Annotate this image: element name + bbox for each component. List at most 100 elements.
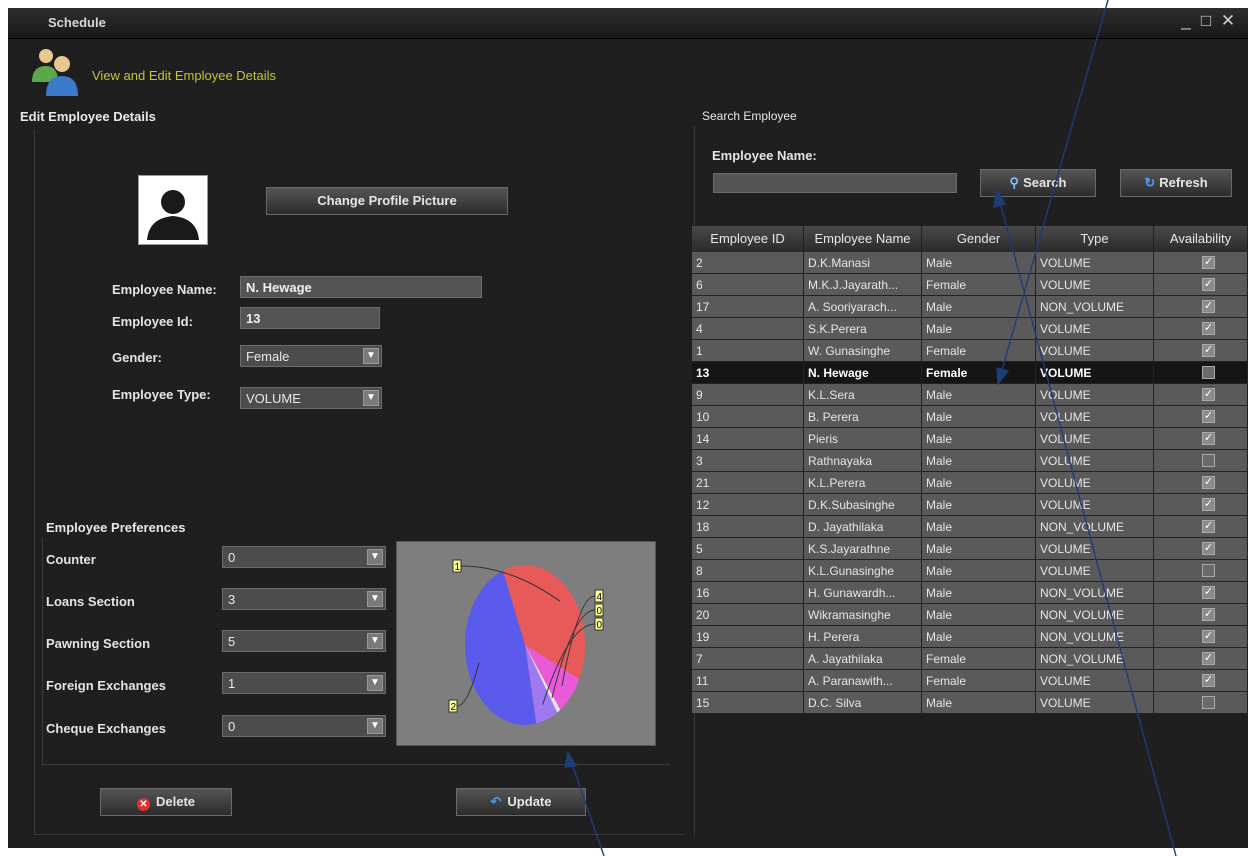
cell-type[interactable]: VOLUME bbox=[1036, 450, 1154, 472]
cell-employee-name[interactable]: D. Jayathilaka bbox=[804, 516, 922, 538]
cell-availability[interactable]: ✓ bbox=[1154, 692, 1248, 714]
chevron-down-icon[interactable]: ▼ bbox=[363, 348, 379, 364]
cell-availability[interactable]: ✓ bbox=[1154, 428, 1248, 450]
table-row[interactable]: 19 H. Perera Male NON_VOLUME ✓ bbox=[692, 626, 1248, 648]
cell-employee-name[interactable]: Pieris bbox=[804, 428, 922, 450]
availability-checkbox[interactable]: ✓ bbox=[1202, 608, 1215, 621]
pref-select-loans[interactable]: 3 ▼ bbox=[222, 588, 386, 610]
cell-type[interactable]: VOLUME bbox=[1036, 340, 1154, 362]
pref-select-foreign[interactable]: 1 ▼ bbox=[222, 672, 386, 694]
table-row[interactable]: 8K.L.GunasingheMaleVOLUME ✓ bbox=[692, 560, 1248, 582]
cell-type[interactable]: VOLUME bbox=[1036, 692, 1154, 714]
table-row[interactable]: 13N. HewageFemaleVOLUME ✓ bbox=[692, 362, 1248, 384]
cell-availability[interactable]: ✓ bbox=[1154, 472, 1248, 494]
availability-checkbox[interactable]: ✓ bbox=[1202, 454, 1215, 467]
column-header-employee-name[interactable]: Employee Name bbox=[804, 226, 922, 252]
cell-type[interactable]: NON_VOLUME bbox=[1036, 296, 1154, 318]
cell-employee-name[interactable]: A. Sooriyarach... bbox=[804, 296, 922, 318]
employee-type-select[interactable]: VOLUME ▼ bbox=[240, 387, 382, 409]
column-header-employee-id[interactable]: Employee ID bbox=[692, 226, 804, 252]
cell-type[interactable]: VOLUME bbox=[1036, 362, 1154, 384]
cell-availability[interactable]: ✓ bbox=[1154, 516, 1248, 538]
cell-employee-name[interactable]: D.K.Subasinghe bbox=[804, 494, 922, 516]
availability-checkbox[interactable]: ✓ bbox=[1202, 366, 1215, 379]
cell-type[interactable]: VOLUME bbox=[1036, 472, 1154, 494]
cell-availability[interactable]: ✓ bbox=[1154, 648, 1248, 670]
cell-availability[interactable]: ✓ bbox=[1154, 274, 1248, 296]
cell-employee-id[interactable]: 6 bbox=[692, 274, 804, 296]
cell-type[interactable]: NON_VOLUME bbox=[1036, 648, 1154, 670]
cell-gender[interactable]: Male bbox=[922, 582, 1036, 604]
cell-employee-id[interactable]: 14 bbox=[692, 428, 804, 450]
availability-checkbox[interactable]: ✓ bbox=[1202, 520, 1215, 533]
cell-employee-name[interactable]: Wikramasinghe bbox=[804, 604, 922, 626]
cell-employee-id[interactable]: 20 bbox=[692, 604, 804, 626]
employee-id-field[interactable]: 13 bbox=[240, 307, 380, 329]
cell-gender[interactable]: Female bbox=[922, 362, 1036, 384]
cell-employee-name[interactable]: B. Perera bbox=[804, 406, 922, 428]
cell-type[interactable]: VOLUME bbox=[1036, 318, 1154, 340]
cell-employee-name[interactable]: H. Gunawardh... bbox=[804, 582, 922, 604]
table-row[interactable]: 18 D. Jayathilaka Male NON_VOLUME ✓ bbox=[692, 516, 1248, 538]
chevron-down-icon[interactable]: ▼ bbox=[367, 549, 383, 565]
cell-gender[interactable]: Male bbox=[922, 604, 1036, 626]
cell-gender[interactable]: Male bbox=[922, 560, 1036, 582]
cell-availability[interactable]: ✓ bbox=[1154, 296, 1248, 318]
pref-select-pawning[interactable]: 5 ▼ bbox=[222, 630, 386, 652]
availability-checkbox[interactable]: ✓ bbox=[1202, 432, 1215, 445]
availability-checkbox[interactable]: ✓ bbox=[1202, 674, 1215, 687]
availability-checkbox[interactable]: ✓ bbox=[1202, 388, 1215, 401]
cell-availability[interactable]: ✓ bbox=[1154, 252, 1248, 274]
cell-availability[interactable]: ✓ bbox=[1154, 318, 1248, 340]
availability-checkbox[interactable]: ✓ bbox=[1202, 476, 1215, 489]
table-row[interactable]: 12 D.K.Subasinghe Male VOLUME ✓ bbox=[692, 494, 1248, 516]
table-row[interactable]: 20 Wikramasinghe Male NON_VOLUME ✓ bbox=[692, 604, 1248, 626]
cell-availability[interactable]: ✓ bbox=[1154, 582, 1248, 604]
availability-checkbox[interactable]: ✓ bbox=[1202, 630, 1215, 643]
availability-checkbox[interactable]: ✓ bbox=[1202, 300, 1215, 313]
cell-employee-name[interactable]: W. Gunasinghe bbox=[804, 340, 922, 362]
cell-gender[interactable]: Male bbox=[922, 494, 1036, 516]
cell-type[interactable]: VOLUME bbox=[1036, 274, 1154, 296]
search-input[interactable] bbox=[713, 173, 957, 193]
cell-type[interactable]: NON_VOLUME bbox=[1036, 626, 1154, 648]
cell-employee-name[interactable]: Rathnayaka bbox=[804, 450, 922, 472]
cell-gender[interactable]: Male bbox=[922, 538, 1036, 560]
gender-select[interactable]: Female ▼ bbox=[240, 345, 382, 367]
availability-checkbox[interactable]: ✓ bbox=[1202, 652, 1215, 665]
table-row[interactable]: 5 K.S.Jayarathne Male VOLUME ✓ bbox=[692, 538, 1248, 560]
cell-employee-name[interactable]: N. Hewage bbox=[804, 362, 922, 384]
cell-availability[interactable]: ✓ bbox=[1154, 670, 1248, 692]
table-row[interactable]: 11 A. Paranawith... Female VOLUME ✓ bbox=[692, 670, 1248, 692]
cell-employee-name[interactable]: A. Paranawith... bbox=[804, 670, 922, 692]
cell-employee-id[interactable]: 13 bbox=[692, 362, 804, 384]
cell-type[interactable]: VOLUME bbox=[1036, 384, 1154, 406]
cell-employee-name[interactable]: K.L.Gunasinghe bbox=[804, 560, 922, 582]
cell-type[interactable]: NON_VOLUME bbox=[1036, 582, 1154, 604]
cell-type[interactable]: VOLUME bbox=[1036, 252, 1154, 274]
cell-type[interactable]: VOLUME bbox=[1036, 406, 1154, 428]
column-header-type[interactable]: Type bbox=[1036, 226, 1154, 252]
cell-employee-id[interactable]: 3 bbox=[692, 450, 804, 472]
cell-gender[interactable]: Male bbox=[922, 252, 1036, 274]
table-row[interactable]: 21 K.L.Perera Male VOLUME ✓ bbox=[692, 472, 1248, 494]
table-row[interactable]: 3RathnayakaMaleVOLUME ✓ bbox=[692, 450, 1248, 472]
cell-employee-id[interactable]: 9 bbox=[692, 384, 804, 406]
cell-availability[interactable]: ✓ bbox=[1154, 604, 1248, 626]
cell-type[interactable]: VOLUME bbox=[1036, 494, 1154, 516]
cell-gender[interactable]: Female bbox=[922, 648, 1036, 670]
cell-type[interactable]: VOLUME bbox=[1036, 560, 1154, 582]
availability-checkbox[interactable]: ✓ bbox=[1202, 410, 1215, 423]
update-button[interactable]: ↶ Update bbox=[456, 788, 586, 816]
refresh-button[interactable]: ↻ Refresh bbox=[1120, 169, 1232, 197]
cell-employee-id[interactable]: 5 bbox=[692, 538, 804, 560]
cell-employee-id[interactable]: 10 bbox=[692, 406, 804, 428]
cell-availability[interactable]: ✓ bbox=[1154, 362, 1248, 384]
availability-checkbox[interactable]: ✓ bbox=[1202, 696, 1215, 709]
change-profile-picture-button[interactable]: Change Profile Picture bbox=[266, 187, 508, 215]
cell-employee-id[interactable]: 18 bbox=[692, 516, 804, 538]
availability-checkbox[interactable]: ✓ bbox=[1202, 542, 1215, 555]
column-header-gender[interactable]: Gender bbox=[922, 226, 1036, 252]
cell-employee-id[interactable]: 8 bbox=[692, 560, 804, 582]
cell-employee-id[interactable]: 1 bbox=[692, 340, 804, 362]
